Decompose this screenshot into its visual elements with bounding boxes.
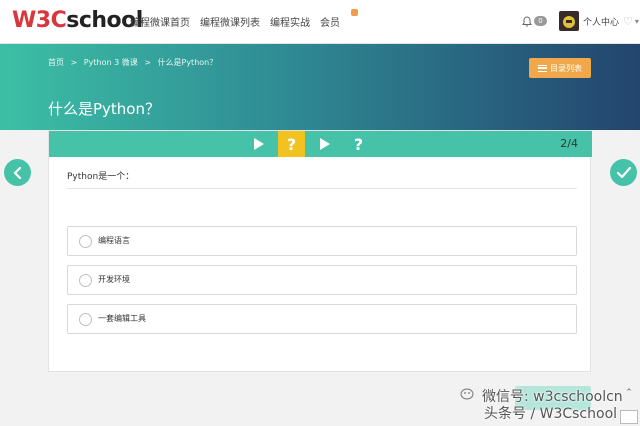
answer-option[interactable]: 一套编辑工具 — [67, 304, 577, 334]
user-tools: 0 个人中心 ♡ ▾ — [522, 11, 639, 31]
lesson-hero-banner: 首页 > Python 3 微课 > 什么是Python？ 什么是Python？… — [0, 44, 640, 130]
heart-icon[interactable]: ♡ — [623, 15, 633, 28]
step-1-play[interactable] — [245, 131, 272, 157]
top-navbar: W3Cschool 编程微课首页 编程微课列表 编程实战 会员 0 个人中心 ♡… — [0, 0, 640, 44]
step-2-question[interactable]: ? — [278, 131, 305, 157]
nav-links: 编程微课首页 编程微课列表 编程实战 会员 — [130, 9, 360, 29]
answer-option[interactable]: 编程语言 — [67, 226, 577, 256]
profile-center-link[interactable]: 个人中心 — [583, 15, 619, 28]
answer-option-label: 编程语言 — [98, 236, 130, 245]
avatar[interactable] — [559, 11, 579, 31]
breadcrumb-current: 什么是Python？ — [157, 58, 218, 67]
previous-button[interactable] — [4, 159, 31, 186]
logo-w3c-text: W3C — [12, 8, 67, 33]
radio-button[interactable] — [79, 235, 92, 248]
vip-badge-icon — [351, 9, 358, 16]
breadcrumb: 首页 > Python 3 微课 > 什么是Python？ — [48, 57, 221, 68]
bell-icon[interactable] — [522, 15, 532, 27]
site-logo[interactable]: W3Cschool — [12, 8, 143, 33]
watermark: 微信号: w3cschoolcn 头条号 / W3Cschool — [460, 386, 640, 426]
play-icon — [254, 138, 264, 150]
wechat-icon — [460, 388, 474, 400]
nav-item-practice[interactable]: 编程实战 — [270, 14, 310, 29]
nav-item-vip[interactable]: 会员 — [320, 9, 358, 29]
play-icon — [320, 138, 330, 150]
chevron-left-icon — [13, 166, 21, 179]
nav-item-vip-label: 会员 — [320, 18, 340, 29]
page-title: 什么是Python？ — [48, 100, 160, 118]
radio-button[interactable] — [79, 313, 92, 326]
step-3-play[interactable] — [311, 131, 338, 157]
answer-option-label: 开发环境 — [98, 275, 130, 284]
menu-icon — [538, 64, 547, 72]
radio-button[interactable] — [79, 274, 92, 287]
watermark-toutiao-id: 头条号 / W3Cschool — [484, 406, 618, 422]
breadcrumb-separator: > — [70, 58, 78, 67]
nav-item-home[interactable]: 编程微课首页 — [130, 14, 190, 29]
quiz-card: ? ? 2/4 Python是一个： 编程语言 开发环境 一套编辑工具 — [48, 130, 592, 372]
question-divider — [67, 188, 577, 189]
breadcrumb-separator: > — [144, 58, 151, 67]
back-to-top-icon[interactable]: ⌃ — [620, 388, 638, 402]
chevron-down-icon[interactable]: ▾ — [635, 17, 639, 26]
step-counter: 2/4 — [560, 137, 578, 150]
nav-item-course-list[interactable]: 编程微课列表 — [200, 14, 260, 29]
keyboard-icon[interactable] — [620, 410, 638, 424]
toc-list-label: 目录列表 — [550, 63, 582, 73]
toc-list-button[interactable]: 目录列表 — [529, 58, 591, 78]
check-icon — [616, 166, 631, 178]
step-4-question[interactable]: ? — [345, 131, 372, 157]
breadcrumb-home[interactable]: 首页 — [48, 58, 64, 67]
step-progress-bar: ? ? 2/4 — [49, 131, 592, 157]
notification-count-badge: 0 — [534, 16, 547, 26]
submit-check-button[interactable] — [610, 159, 637, 186]
answer-option[interactable]: 开发环境 — [67, 265, 577, 295]
question-text: Python是一个： — [67, 172, 135, 182]
breadcrumb-course[interactable]: Python 3 微课 — [84, 58, 138, 67]
answer-option-label: 一套编辑工具 — [98, 314, 146, 323]
